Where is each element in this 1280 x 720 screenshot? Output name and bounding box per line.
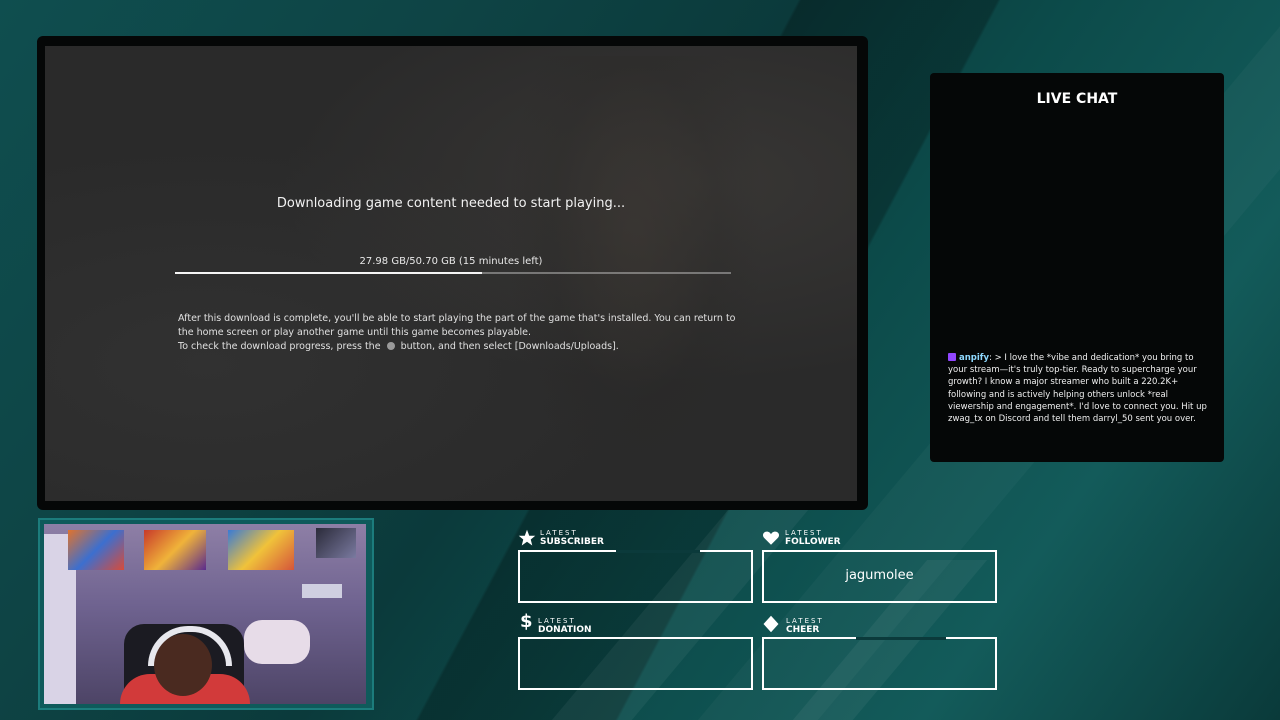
box-notch — [856, 637, 946, 640]
chat-message-text: : > I love the *vibe and dedication* you… — [948, 353, 1207, 425]
download-info-line1: After this download is complete, you'll … — [178, 313, 736, 338]
game-capture-frame: Downloading game content needed to start… — [37, 36, 868, 510]
diamond-icon — [763, 615, 779, 633]
latest-follower-value: jagumolee — [845, 568, 914, 583]
dollar-icon: $ — [520, 611, 533, 632]
latest-follower-big: FOLLOWER — [785, 537, 841, 547]
chat-badge-icon — [948, 353, 956, 361]
latest-donation-big: DONATION — [538, 625, 592, 635]
download-info-line2-end: button, and then select [Downloads/Uploa… — [400, 341, 619, 352]
background-artwork — [505, 56, 765, 496]
live-chat-title: LIVE CHAT — [1036, 91, 1118, 107]
webcam-shelf — [302, 584, 342, 598]
chat-username: anpify — [959, 353, 990, 363]
download-info: After this download is complete, you'll … — [178, 312, 738, 354]
download-info-line2: To check the download progress, press th… — [178, 340, 738, 354]
latest-subscriber-label: LATEST SUBSCRIBER — [540, 529, 604, 547]
latest-subscriber-big: SUBSCRIBER — [540, 537, 604, 547]
latest-cheer-label: LATEST CHEER — [786, 617, 824, 635]
live-chat-panel: LIVE CHAT anpify: > I love the *vibe and… — [930, 73, 1224, 462]
latest-cheer-big: CHEER — [786, 625, 820, 635]
latest-donation-label: LATEST DONATION — [538, 617, 592, 635]
webcam-bag — [244, 620, 310, 664]
webcam-poster — [144, 530, 206, 570]
webcam-frame — [38, 518, 374, 710]
ps-button-icon — [386, 342, 395, 350]
latest-follower-label: LATEST FOLLOWER — [785, 529, 841, 547]
latest-donation-box — [518, 637, 753, 690]
download-progress-fill — [175, 272, 482, 274]
webcam-view — [44, 524, 366, 704]
latest-cheer-box — [762, 637, 997, 690]
latest-subscriber-box — [518, 550, 753, 603]
box-notch — [616, 550, 700, 553]
latest-follower-box: jagumolee — [762, 550, 997, 603]
star-icon — [518, 529, 536, 546]
webcam-poster — [228, 530, 294, 570]
download-title: Downloading game content needed to start… — [276, 196, 626, 211]
webcam-poster — [68, 530, 124, 570]
game-screen: Downloading game content needed to start… — [45, 46, 857, 501]
chat-message: anpify: > I love the *vibe and dedicatio… — [948, 352, 1210, 425]
heart-icon — [762, 531, 780, 545]
download-info-line2-start: To check the download progress, press th… — [178, 341, 381, 352]
download-progress-text: 27.98 GB/50.70 GB (15 minutes left) — [359, 256, 543, 267]
webcam-poster — [316, 528, 356, 558]
download-progress-bar — [175, 272, 731, 274]
